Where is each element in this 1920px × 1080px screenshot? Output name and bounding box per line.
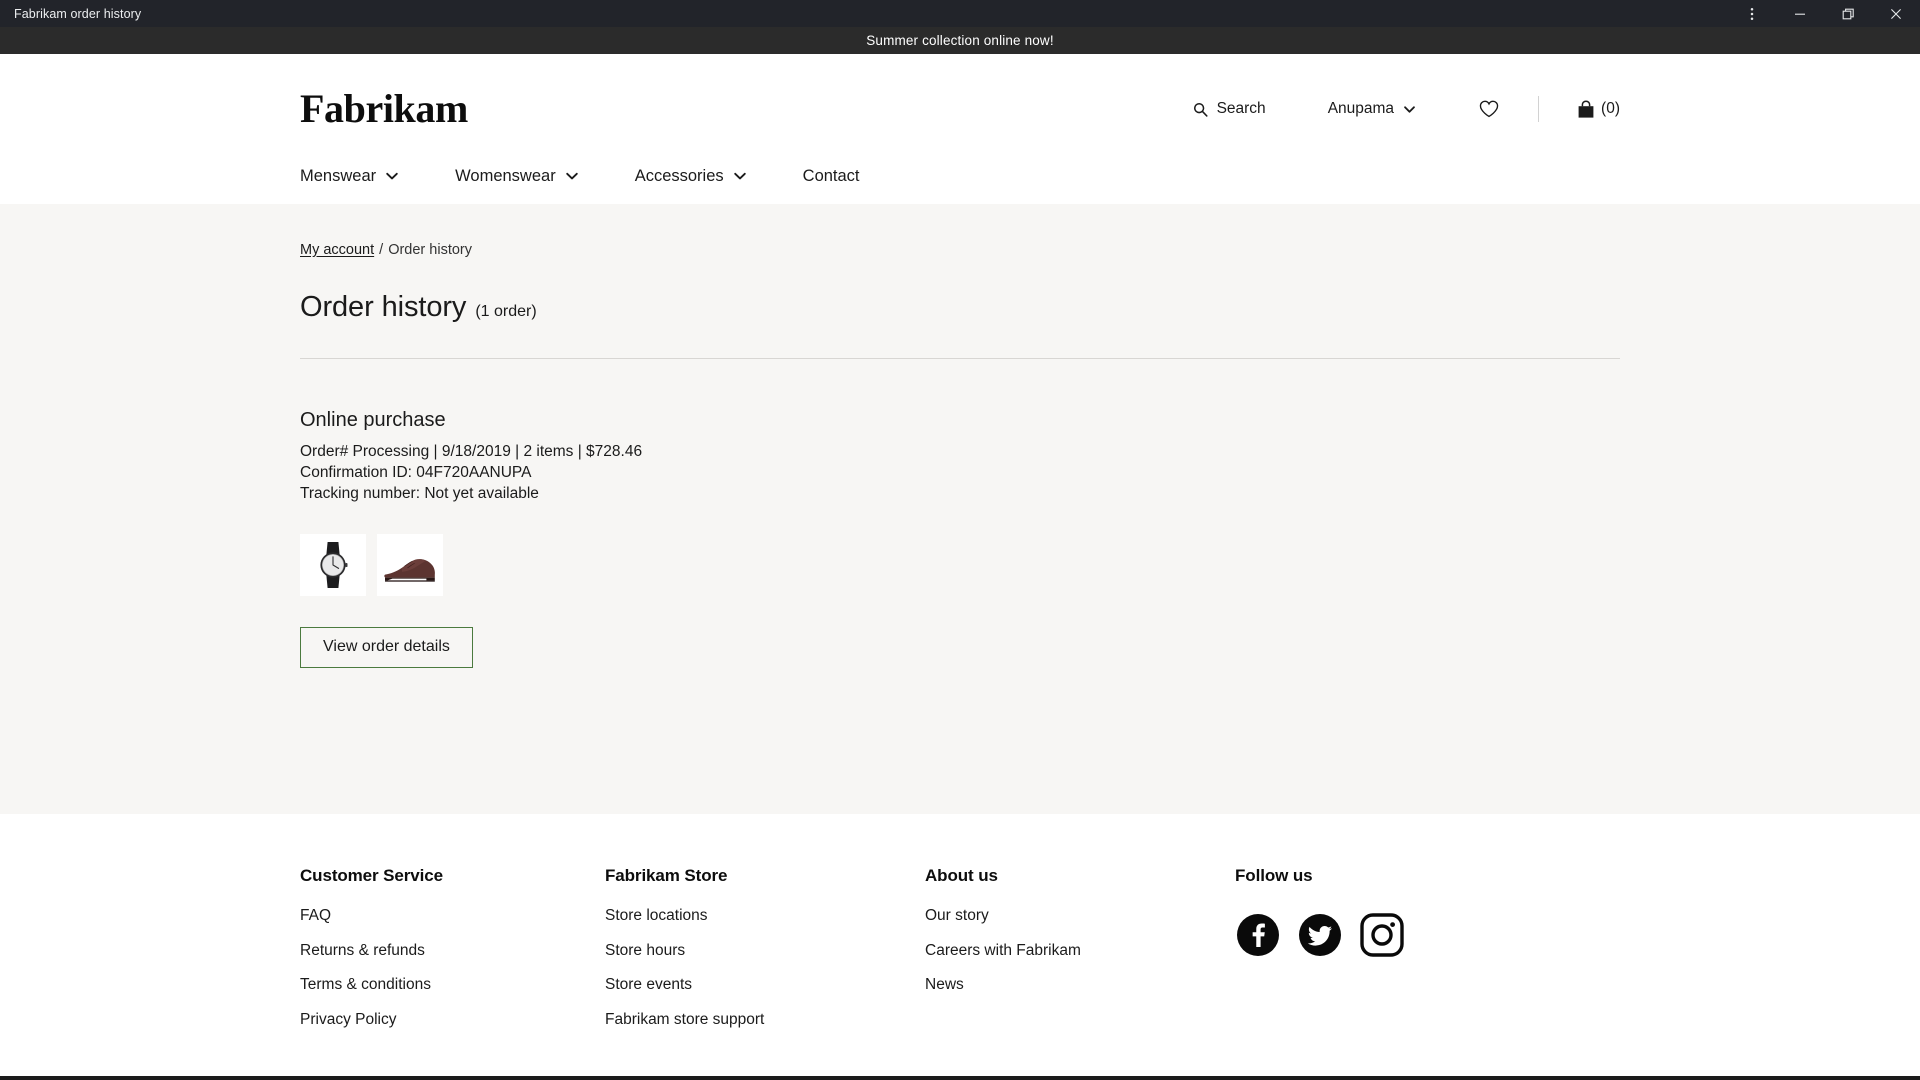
order-count-label: (1 order): [475, 303, 537, 320]
search-icon: [1192, 101, 1209, 118]
site-footer: Customer Service FAQ Returns & refunds T…: [0, 814, 1920, 1076]
order-thumbnails: [300, 533, 1620, 596]
nav-item-contact[interactable]: Contact: [803, 167, 860, 186]
product-thumbnail-shoe[interactable]: [377, 533, 443, 596]
nav-label: Menswear: [300, 166, 377, 185]
footer-link-store-support[interactable]: Fabrikam store support: [605, 1011, 925, 1030]
nav-label: Accessories: [634, 166, 724, 185]
shopping-bag-icon: [1577, 99, 1595, 119]
window-titlebar: Fabrikam order history: [0, 0, 1920, 27]
cart-button[interactable]: (0): [1577, 94, 1620, 125]
wristwatch-icon: [302, 535, 364, 594]
footer-heading: Customer Service: [300, 866, 443, 885]
promo-banner: Summer collection online now!: [0, 27, 1920, 54]
breadcrumb: My account / Order history: [300, 242, 1620, 258]
order-tracking-number: Tracking number: Not yet available: [300, 485, 539, 503]
main-navigation: Menswear Womenswear Accessories Contact: [300, 148, 1620, 204]
chevron-down-icon: [385, 169, 399, 183]
restore-icon[interactable]: [1824, 0, 1872, 27]
footer-column-fabrikam-store: Fabrikam Store Store locations Store hou…: [605, 866, 925, 1045]
chevron-down-icon: [1403, 103, 1416, 116]
product-thumbnail-watch[interactable]: [300, 533, 366, 596]
footer-link-store-events[interactable]: Store events: [605, 976, 925, 995]
view-order-details-button[interactable]: View order details: [300, 626, 473, 668]
more-options-icon[interactable]: [1728, 0, 1776, 27]
nav-item-womenswear[interactable]: Womenswear: [455, 167, 579, 186]
dress-shoe-icon: [379, 535, 441, 594]
page-title-row: Order history (1 order): [300, 291, 1620, 324]
chevron-down-icon: [565, 169, 579, 183]
title-divider: [300, 357, 1620, 359]
site-viewport: Fabrikam Search Anupama (0) Menswear Wom…: [0, 54, 1920, 1076]
footer-link-news[interactable]: News: [925, 976, 1235, 995]
header-actions: Search Anupama (0): [1192, 93, 1620, 125]
footer-link-store-hours[interactable]: Store hours: [605, 942, 925, 961]
brand-logo[interactable]: Fabrikam: [300, 89, 468, 129]
twitter-icon[interactable]: [1297, 912, 1343, 958]
footer-column-customer-service: Customer Service FAQ Returns & refunds T…: [300, 866, 605, 1045]
heart-icon: [1478, 99, 1500, 119]
nav-item-menswear[interactable]: Menswear: [300, 167, 399, 186]
footer-heading: About us: [925, 866, 998, 885]
order-card: Online purchase Order# Processing | 9/18…: [300, 409, 1620, 668]
order-confirmation-id: Confirmation ID: 04F720AANUPA: [300, 464, 532, 482]
footer-link-store-locations[interactable]: Store locations: [605, 907, 925, 926]
instagram-icon[interactable]: [1359, 912, 1405, 958]
footer-link-careers[interactable]: Careers with Fabrikam: [925, 942, 1235, 961]
social-links: [1235, 912, 1535, 958]
promo-banner-text: Summer collection online now!: [866, 33, 1054, 48]
main-content: My account / Order history Order history…: [0, 204, 1920, 814]
account-menu[interactable]: Anupama: [1328, 94, 1416, 124]
account-name: Anupama: [1327, 100, 1395, 117]
window-controls: [1728, 0, 1920, 27]
footer-link-terms-conditions[interactable]: Terms & conditions: [300, 976, 605, 995]
footer-column-about-us: About us Our story Careers with Fabrikam…: [925, 866, 1235, 1045]
cart-count: (0): [1601, 100, 1620, 117]
breadcrumb-current: Order history: [388, 242, 472, 258]
site-header: Fabrikam Search Anupama (0) Menswear Wom…: [0, 54, 1920, 204]
close-icon[interactable]: [1872, 0, 1920, 27]
wishlist-button[interactable]: [1478, 93, 1500, 125]
facebook-icon[interactable]: [1235, 912, 1281, 958]
nav-label: Womenswear: [455, 166, 556, 185]
search-label: Search: [1216, 100, 1266, 117]
footer-link-privacy-policy[interactable]: Privacy Policy: [300, 1011, 605, 1030]
footer-column-follow-us: Follow us: [1235, 866, 1535, 1045]
breadcrumb-my-account[interactable]: My account: [300, 242, 374, 258]
order-heading: Online purchase: [300, 408, 446, 431]
page-title: Order history: [300, 291, 467, 323]
nav-label: Contact: [802, 166, 860, 185]
search-button[interactable]: Search: [1192, 94, 1266, 124]
header-divider: [1538, 96, 1540, 122]
chevron-down-icon: [733, 169, 747, 183]
order-meta: Order# Processing | 9/18/2019 | 2 items …: [300, 442, 643, 460]
app-window: Fabrikam order history Summer collection…: [0, 0, 1920, 1080]
minimize-icon[interactable]: [1776, 0, 1824, 27]
footer-link-our-story[interactable]: Our story: [925, 907, 1235, 926]
breadcrumb-separator: /: [379, 242, 384, 258]
nav-item-accessories[interactable]: Accessories: [635, 167, 747, 186]
footer-heading: Follow us: [1235, 866, 1313, 885]
footer-heading: Fabrikam Store: [605, 866, 728, 885]
footer-link-returns-refunds[interactable]: Returns & refunds: [300, 942, 605, 961]
footer-link-faq[interactable]: FAQ: [300, 907, 605, 926]
window-title: Fabrikam order history: [14, 6, 142, 21]
